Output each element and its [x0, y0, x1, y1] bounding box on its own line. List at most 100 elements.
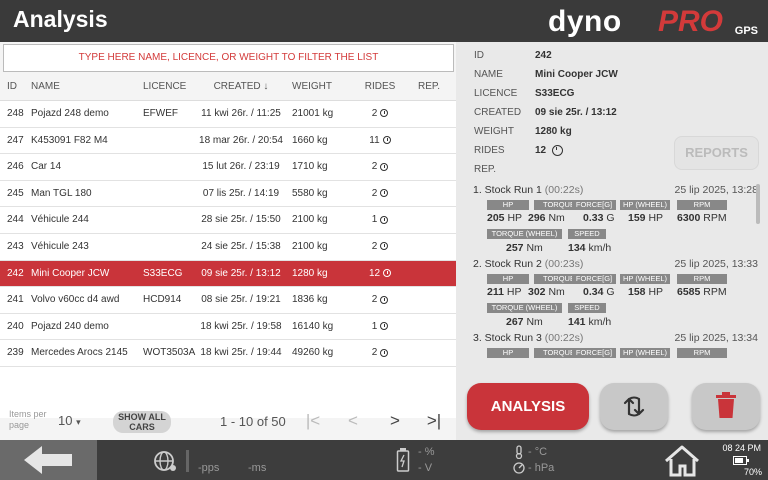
col-name[interactable]: NAME	[31, 76, 143, 98]
detail-name-label: NAME	[474, 69, 503, 80]
vehicle-details-panel: ID 242 NAME Mini Cooper JCW LICENCE S33ECG …	[462, 42, 768, 367]
run-hp-wheel-unit: HP	[648, 286, 664, 298]
row-id: 241	[7, 294, 24, 306]
detail-created-label: CREATED	[474, 107, 522, 118]
row-licence: WOT3503A	[143, 347, 196, 359]
table-row[interactable]: 245 Man TGL 180 07 lis 25r. / 14:19 5580 kg…	[0, 180, 456, 208]
run-rpm-unit: RPM	[703, 212, 727, 224]
detail-id-value: 242	[535, 50, 552, 61]
trash-icon	[716, 392, 736, 418]
tag-torque-wheel: TORQUE (WHEEL)	[487, 229, 562, 239]
header-bar: Analysis dyno PRO GPS	[0, 0, 768, 42]
run-item[interactable]: 3. Stock Run 3 (00:22s) 25 lip 2025, 13:3…	[462, 328, 758, 367]
row-rides: 2	[360, 287, 400, 313]
vehicle-list-panel: TYPE HERE NAME, LICENCE, OR WEIGHT TO FI…	[0, 42, 456, 440]
last-page-icon[interactable]: >|	[424, 411, 444, 431]
run-torque-unit: Nm	[548, 286, 565, 298]
home-button[interactable]	[662, 444, 702, 478]
analysis-button[interactable]: ANALYSIS	[467, 383, 589, 430]
col-id[interactable]: ID	[7, 76, 31, 98]
col-rep[interactable]: REP.	[418, 76, 448, 98]
col-rides[interactable]: RIDES	[360, 76, 400, 98]
row-name: Mercedes Arocs 2145	[31, 347, 128, 359]
row-created: 28 sie 25r. / 15:50	[201, 214, 281, 226]
run-name: 2. Stock Run 2	[473, 258, 542, 270]
run-item[interactable]: 1. Stock Run 1 (00:22s) 25 lip 2025, 13:2…	[462, 180, 758, 254]
row-rides-count: 1	[371, 214, 378, 226]
table-row[interactable]: 242 Mini Cooper JCW S33ECG 09 sie 25r. / 13…	[0, 260, 456, 288]
run-torque-wheel-unit: Nm	[526, 316, 543, 328]
table-row[interactable]: 248 Pojazd 248 demo EFWEF 11 kwi 26r. / 11:…	[0, 101, 456, 128]
run-item[interactable]: 2. Stock Run 2 (00:23s) 25 lip 2025, 13:3…	[462, 254, 758, 328]
row-weight: 2100 kg	[292, 214, 328, 226]
row-licence: S33ECG	[143, 267, 183, 279]
run-date: 25 lip 2025, 13:33	[674, 258, 759, 270]
run-duration: (00:23s)	[544, 258, 584, 270]
col-created[interactable]: CREATED ↓	[198, 76, 284, 98]
row-weight: 49260 kg	[292, 347, 334, 359]
items-per-page-select[interactable]: 10 ▾	[58, 413, 81, 428]
row-rides-count: 2	[371, 161, 378, 173]
run-torque-wheel-number: 267	[506, 316, 524, 328]
show-all-cars-button[interactable]: SHOW ALL CARS	[113, 411, 171, 433]
logo-pro: PRO	[658, 5, 724, 38]
row-rides-count: 12	[368, 267, 381, 279]
run-hp: 211 HP	[487, 286, 521, 298]
arrow-left-icon	[24, 446, 72, 474]
filter-input[interactable]: TYPE HERE NAME, LICENCE, OR WEIGHT TO FI…	[3, 44, 454, 72]
back-button[interactable]	[0, 440, 97, 480]
row-rides: 2	[360, 154, 400, 180]
gps-pps: -pps	[198, 462, 220, 474]
chevron-down-icon: ▾	[76, 417, 81, 427]
row-rides: 2	[360, 101, 400, 127]
row-id: 240	[7, 320, 24, 332]
detail-id-label: ID	[474, 50, 484, 61]
reports-button[interactable]: REPORTS	[674, 136, 759, 170]
pressure: - hPa	[528, 462, 555, 474]
tag-speed: SPEED	[568, 303, 606, 313]
row-created: 08 sie 25r. / 19:21	[201, 294, 281, 306]
col-weight[interactable]: WEIGHT	[292, 76, 354, 98]
table-header: ID NAME LICENCE CREATED ↓ WEIGHT RIDES R…	[0, 76, 456, 98]
table-row[interactable]: 246 Car 14 15 lut 26r. / 23:19 1710 kg 2	[0, 154, 456, 181]
table-row[interactable]: 244 Véhicule 244 28 sie 25r. / 15:50 2100 k…	[0, 207, 456, 234]
table-row[interactable]: 247 K453091 F82 M4 18 mar 26r. / 20:54 1660…	[0, 127, 456, 155]
system-time: 08 24 PM	[722, 443, 761, 453]
prev-page-icon[interactable]: <	[343, 411, 363, 431]
tag-hp: HP	[487, 200, 529, 210]
row-weight: 5580 kg	[292, 187, 328, 199]
battery-icon	[396, 448, 410, 472]
tag-speed: SPEED	[568, 229, 606, 239]
delete-button[interactable]	[692, 383, 760, 430]
runs-scrollbar[interactable]	[756, 184, 760, 224]
row-id: 247	[7, 134, 24, 146]
row-name: Mini Cooper JCW	[31, 267, 110, 279]
row-created: 09 sie 25r. / 13:12	[201, 267, 281, 279]
run-duration: (00:22s)	[544, 332, 584, 344]
row-created: 18 mar 26r. / 20:54	[199, 134, 283, 146]
run-rpm-number: 6300	[677, 212, 701, 224]
row-weight: 2100 kg	[292, 240, 328, 252]
run-rpm-number: 6585	[677, 286, 701, 298]
clock-icon	[380, 322, 389, 331]
table-row[interactable]: 243 Véhicule 243 24 sie 25r. / 15:38 2100 k…	[0, 233, 456, 261]
sync-button[interactable]	[600, 383, 668, 430]
vehicle-table-body: 248 Pojazd 248 demo EFWEF 11 kwi 26r. / 11:…	[0, 100, 456, 418]
row-id: 239	[7, 347, 24, 359]
run-hp-wheel-number: 159	[628, 212, 646, 224]
col-licence[interactable]: LICENCE	[143, 76, 199, 98]
gps-globe-icon	[154, 451, 176, 471]
first-page-icon[interactable]: |<	[303, 411, 323, 431]
detail-rides-count: 12	[535, 145, 547, 156]
run-torque-wheel-unit: Nm	[526, 242, 543, 254]
row-weight: 16140 kg	[292, 320, 334, 332]
device-battery: 70%	[743, 467, 762, 477]
run-force-number: 0.33	[583, 212, 604, 224]
next-page-icon[interactable]: >	[385, 411, 405, 431]
detail-weight-label: WEIGHT	[474, 126, 514, 137]
row-rides-count: 2	[371, 294, 378, 306]
table-row[interactable]: 240 Pojazd 240 demo 18 kwi 25r. / 19:58 161…	[0, 313, 456, 341]
table-row[interactable]: 241 Volvo v60cc d4 awd HCD914 08 sie 25r. /…	[0, 287, 456, 314]
row-weight: 21001 kg	[292, 108, 334, 119]
table-row[interactable]: 239 Mercedes Arocs 2145 WOT3503A 18 kwi 25r…	[0, 340, 456, 367]
